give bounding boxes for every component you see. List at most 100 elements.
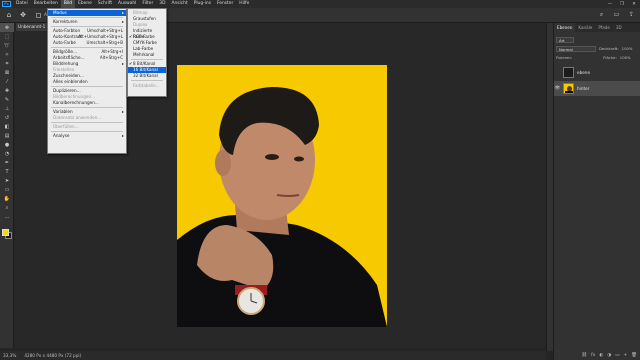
- mode-item-label: 16 Bit/Kanal: [133, 67, 158, 72]
- more-tools-icon[interactable]: …: [0, 212, 14, 221]
- submenu-arrow-icon: ▸: [121, 19, 124, 24]
- blur-tool-icon[interactable]: ●: [0, 140, 14, 149]
- mode-item-label: Graustufen: [133, 16, 156, 21]
- menu-item-label: Korrekturen: [53, 19, 78, 24]
- menu-auswahl[interactable]: Auswahl: [115, 0, 139, 8]
- menu-separator: [51, 131, 123, 132]
- workspace-icon[interactable]: ▭: [612, 10, 621, 19]
- trash-icon[interactable]: 🗑: [631, 353, 637, 358]
- blend-mode-select[interactable]: Normal: [556, 45, 596, 52]
- search-icon[interactable]: ⌕: [597, 10, 606, 19]
- healing-brush-tool-icon[interactable]: ✚: [0, 86, 14, 95]
- tab-ebenen[interactable]: Ebenen: [554, 23, 576, 32]
- mode-item-mehrkanal[interactable]: Mehrkanal: [128, 52, 166, 58]
- tab-pfade[interactable]: Pfade: [595, 23, 613, 32]
- menu-plugins[interactable]: Plug-ins: [191, 0, 214, 8]
- layer-filter-select[interactable]: Art: [556, 36, 574, 43]
- move-tool-icon[interactable]: ✥: [0, 23, 14, 32]
- mode-item-label: Mehrkanal: [133, 52, 155, 57]
- close-window-button[interactable]: ✕: [628, 0, 640, 8]
- menu-item-label: Zuschneiden...: [53, 73, 84, 78]
- menu-ansicht[interactable]: Ansicht: [168, 0, 190, 8]
- fx-icon[interactable]: fx: [591, 353, 595, 358]
- move-tool-icon[interactable]: ✥: [18, 10, 28, 20]
- menu-ebene[interactable]: Ebene: [75, 0, 95, 8]
- menu-separator: [51, 86, 123, 87]
- menu-hilfe[interactable]: Hilfe: [236, 0, 252, 8]
- tab-3d[interactable]: 3D: [613, 23, 625, 32]
- menu-item-label: Kanalberechnungen...: [53, 100, 99, 105]
- layer-row[interactable]: 👁 hinter: [554, 81, 640, 96]
- menu-item-label: Analyse: [53, 133, 70, 138]
- fill-value[interactable]: 100%: [620, 55, 631, 60]
- menu-item-kanalberechnungen[interactable]: Kanalberechnungen...: [48, 100, 126, 106]
- opacity-value[interactable]: 100%: [622, 46, 633, 51]
- brush-tool-icon[interactable]: ✎: [0, 95, 14, 104]
- fill-label: Fläche:: [603, 55, 617, 60]
- mode-submenu: Bitmap Graustufen Duplex Indizierte Farb…: [127, 8, 167, 97]
- menu-item-auto-farbe[interactable]: Auto-Farbe Umschalt+Strg+B: [48, 40, 126, 46]
- eye-icon[interactable]: 👁: [554, 86, 561, 91]
- menu-bild[interactable]: Bild: [60, 0, 76, 8]
- layer-name: hinter: [577, 86, 590, 91]
- mode-item-32bit[interactable]: 32 Bit/Kanal: [128, 73, 166, 79]
- menu-separator: [131, 80, 163, 81]
- zoom-tool-icon[interactable]: ⌕: [0, 203, 14, 212]
- menu-filter[interactable]: Filter: [139, 0, 156, 8]
- menu-item-modus[interactable]: Modus ▸: [48, 10, 126, 16]
- type-tool-icon[interactable]: T: [0, 167, 14, 176]
- zoom-level[interactable]: 33,3%: [3, 353, 16, 358]
- crop-tool-icon[interactable]: ⌗: [0, 59, 14, 68]
- tab-kanaele[interactable]: Kanäle: [575, 23, 595, 32]
- menu-item-alles-einblenden[interactable]: Alles einblenden: [48, 79, 126, 85]
- share-icon[interactable]: ⇪: [627, 10, 636, 19]
- portrait-photo[interactable]: [177, 65, 387, 327]
- portrait-image: [177, 65, 387, 327]
- mode-item-label: 32 Bit/Kanal: [133, 73, 158, 78]
- menu-bearbeiten[interactable]: Bearbeiten: [31, 0, 61, 8]
- link-icon[interactable]: ⛓: [581, 353, 587, 358]
- hand-tool-icon[interactable]: ✋: [0, 194, 14, 203]
- foreground-color-swatch[interactable]: [2, 229, 9, 236]
- auto-select-checkbox[interactable]: [36, 12, 41, 18]
- layers-panel: Ebenen Kanäle Pfade 3D Art Normal Deckkr…: [553, 23, 640, 360]
- menu-3d[interactable]: 3D: [156, 0, 168, 8]
- home-icon[interactable]: ⌂: [4, 10, 14, 20]
- layer-filter-row: Art: [556, 36, 574, 43]
- path-selection-tool-icon[interactable]: ➤: [0, 176, 14, 185]
- menu-item-label: Bildberechnungen...: [53, 94, 96, 99]
- layer-thumbnail: [563, 83, 574, 94]
- mask-icon[interactable]: ◐: [599, 353, 603, 358]
- adjustment-icon[interactable]: ◑: [607, 353, 611, 358]
- mode-item-label: Duplex: [133, 22, 148, 27]
- menu-item-korrekturen[interactable]: Korrekturen ▸: [48, 19, 126, 25]
- menu-item-label: Datensatz anwenden...: [53, 115, 102, 120]
- menu-item-datensatz-anwenden: Datensatz anwenden...: [48, 115, 126, 121]
- shape-tool-icon[interactable]: ▭: [0, 185, 14, 194]
- gradient-tool-icon[interactable]: ▤: [0, 131, 14, 140]
- menu-item-analyse[interactable]: Analyse ▸: [48, 133, 126, 139]
- minimize-button[interactable]: —: [604, 0, 616, 8]
- history-brush-tool-icon[interactable]: ↺: [0, 113, 14, 122]
- menu-datei[interactable]: Datei: [13, 0, 31, 8]
- mode-item-label: RGB-Farbe: [133, 34, 155, 39]
- menu-schrift[interactable]: Schrift: [95, 0, 115, 8]
- menu-fenster[interactable]: Fenster: [214, 0, 236, 8]
- menu-separator: [131, 59, 163, 60]
- marquee-tool-icon[interactable]: ⬚: [0, 32, 14, 41]
- layer-row[interactable]: ebene: [554, 65, 640, 80]
- stamp-tool-icon[interactable]: ⊥: [0, 104, 14, 113]
- eraser-tool-icon[interactable]: ◧: [0, 122, 14, 131]
- lasso-tool-icon[interactable]: ➰: [0, 41, 14, 50]
- photoshop-logo: Ps: [2, 1, 11, 7]
- eyedropper-tool-icon[interactable]: ⁄: [0, 77, 14, 86]
- maximize-button[interactable]: ❐: [616, 0, 628, 8]
- menu-item-label: Arbeitsfläche...: [53, 55, 85, 60]
- dodge-tool-icon[interactable]: ◔: [0, 149, 14, 158]
- magic-wand-tool-icon[interactable]: ✧: [0, 50, 14, 59]
- menu-shortcut: Umschalt+Strg+B: [86, 40, 123, 45]
- new-layer-icon[interactable]: +: [624, 353, 628, 358]
- group-icon[interactable]: ▭: [615, 353, 619, 358]
- pen-tool-icon[interactable]: ✒: [0, 158, 14, 167]
- frame-tool-icon[interactable]: ⊠: [0, 68, 14, 77]
